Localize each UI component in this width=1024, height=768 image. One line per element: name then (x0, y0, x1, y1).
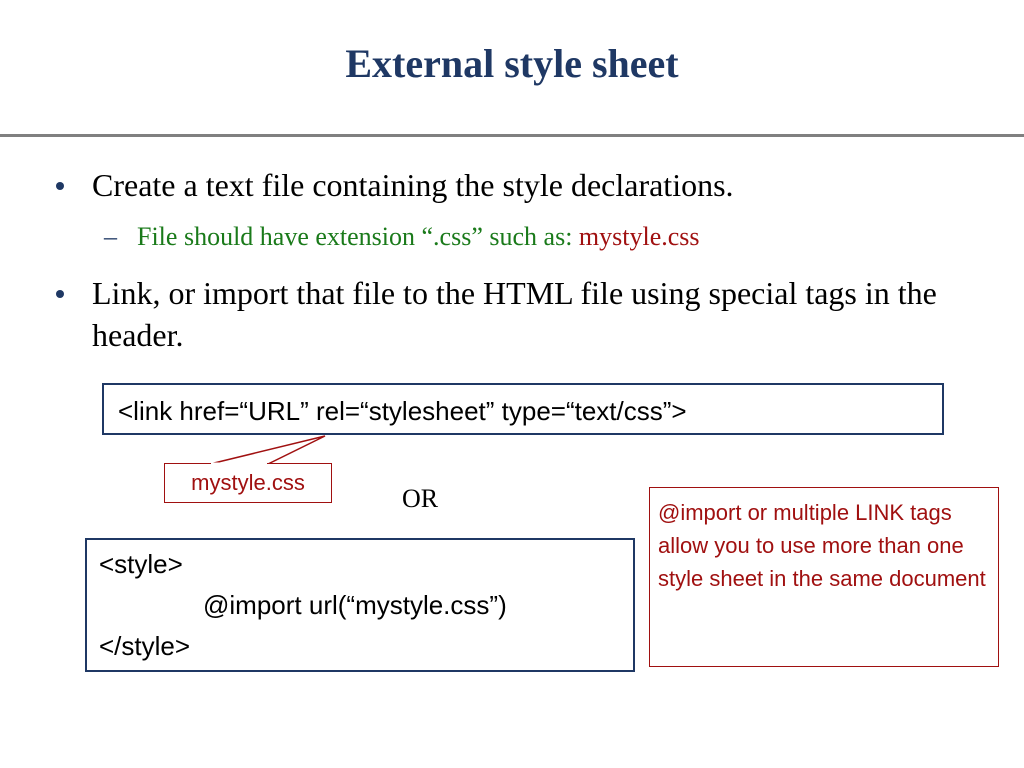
style-code-box: <style> @import url(“mystyle.css”) </sty… (85, 538, 635, 672)
style-code-line-2: @import url(“mystyle.css”) (203, 590, 507, 620)
sub-bullet-text: File should have extension “.css” such a… (137, 221, 700, 253)
or-label: OR (402, 484, 439, 513)
sub-bullet-main: File should have extension “.css” such a… (137, 222, 579, 251)
bullet-text-1: Create a text file containing the style … (92, 167, 734, 203)
bullet-dot-1 (56, 182, 64, 190)
filename-callout: mystyle.css (164, 463, 332, 503)
bullet-text-2: Link, or import that file to the HTML fi… (92, 275, 937, 353)
title-divider (0, 134, 1024, 137)
link-code-box: <link href=“URL” rel=“stylesheet” type=“… (102, 383, 944, 435)
import-note-box: @import or multiple LINK tags allow you … (649, 487, 999, 667)
slide-title: External style sheet (345, 41, 679, 86)
style-code-line-1: <style> (99, 549, 183, 579)
bullet-dot-2 (56, 290, 64, 298)
sub-bullet-dash: – (104, 222, 117, 251)
sub-bullet-filename: mystyle.css (578, 222, 700, 251)
style-code-line-3: </style> (99, 631, 191, 661)
